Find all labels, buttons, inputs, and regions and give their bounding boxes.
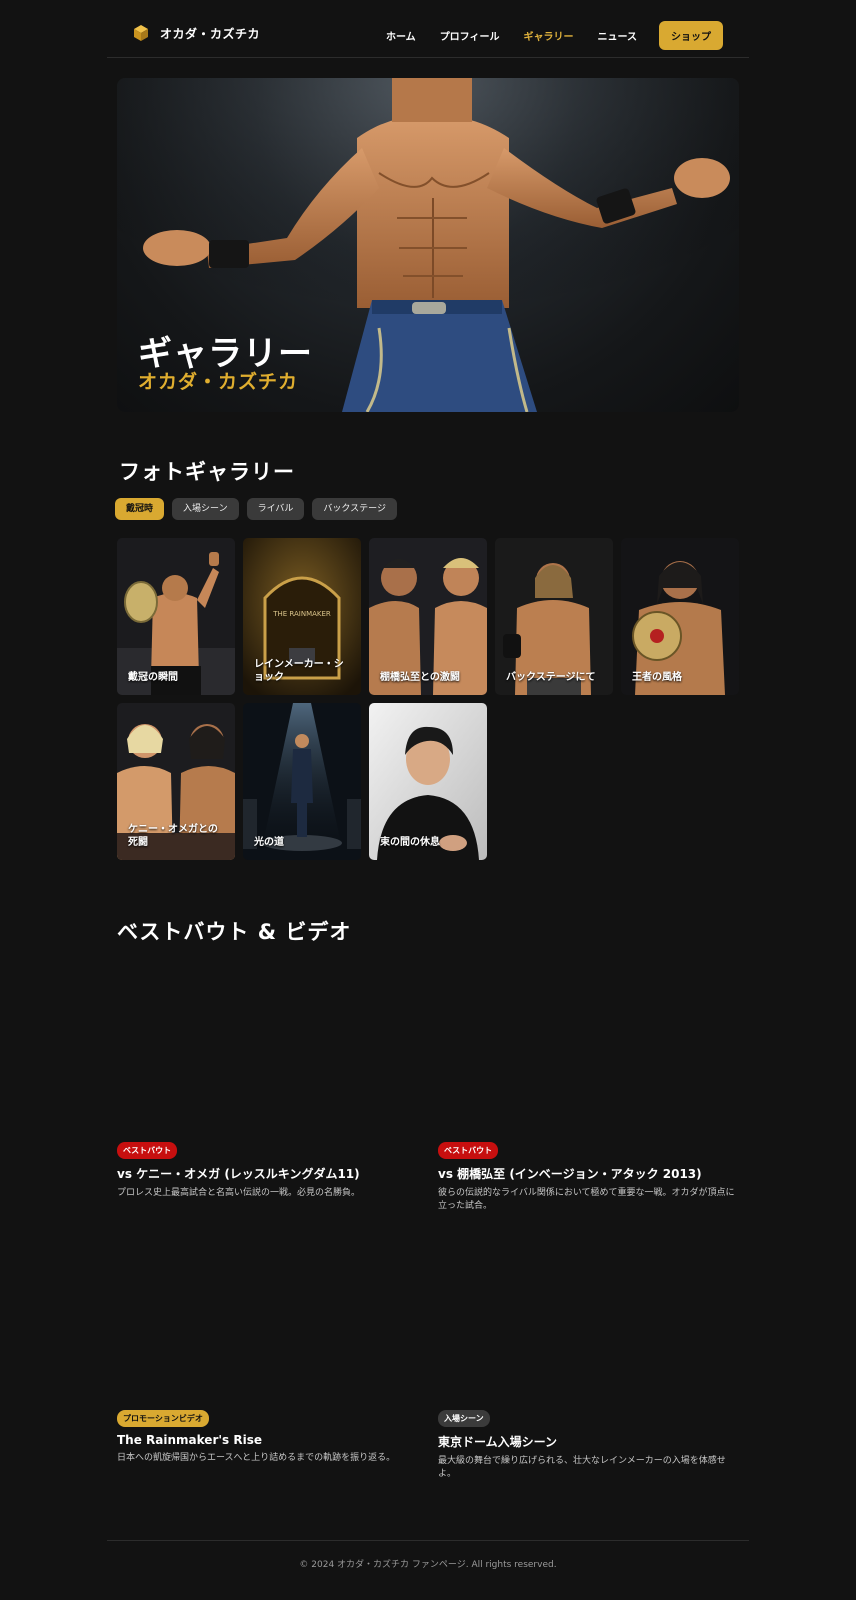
- video-badge: プロモーションビデオ: [117, 1410, 209, 1427]
- gallery-item-caption: バックステージにて: [506, 672, 596, 683]
- video-description: 最大級の舞台で繰り広げられる、壮大なレインメーカーの入場を体感せよ。: [438, 1456, 726, 1479]
- nav-profile[interactable]: プロフィール: [440, 28, 500, 43]
- gallery-item[interactable]: バックステージにて: [495, 538, 613, 695]
- gallery-title: フォトギャラリー: [119, 460, 295, 484]
- footer-copyright: © 2024 オカダ・カズチカ ファンページ. All rights reser…: [299, 1560, 557, 1570]
- gallery-item[interactable]: 棚橋弘至との激闘: [369, 538, 487, 695]
- video-description: 日本への凱旋帰国からエースへと上り詰めるまでの軌跡を振り返る。: [117, 1453, 396, 1463]
- gallery-item[interactable]: 王者の風格: [621, 538, 739, 695]
- gallery-item[interactable]: 光の道: [243, 703, 361, 860]
- video-title[interactable]: The Rainmaker's Rise: [117, 1433, 419, 1447]
- brand[interactable]: オカダ・カズチカ: [132, 24, 260, 42]
- videos-title: ベストバウト & ビデオ: [117, 920, 352, 944]
- page: オカダ・カズチカ ホーム プロフィール ギャラリー ニュース ショップ ギャラリ…: [0, 0, 856, 1600]
- video-title[interactable]: 東京ドーム入場シーン: [438, 1433, 740, 1450]
- video-badge: ベストバウト: [117, 1142, 178, 1159]
- nav-gallery[interactable]: ギャラリー: [524, 28, 574, 43]
- video-title[interactable]: vs ケニー・オメガ (レッスルキングダム11): [117, 1165, 419, 1182]
- gallery-item-caption: 束の間の休息: [380, 837, 440, 848]
- gallery-item-caption: 光の道: [254, 837, 284, 848]
- stage-sign-text: THE RAINMAKER: [272, 610, 331, 618]
- video-title[interactable]: vs 棚橋弘至 (インベージョン・アタック 2013): [438, 1165, 740, 1182]
- gallery-item[interactable]: THE RAINMAKER レインメーカー・ショック: [243, 538, 361, 695]
- filter-entrance[interactable]: 入場シーン: [172, 498, 239, 520]
- video-card[interactable]: プロモーションビデオ The Rainmaker's Rise 日本への凱旋帰国…: [117, 1406, 419, 1465]
- video-card[interactable]: 入場シーン 東京ドーム入場シーン 最大級の舞台で繰り広げられる、壮大なレインメー…: [438, 1406, 740, 1481]
- hero-subtitle: オカダ・カズチカ: [138, 371, 299, 393]
- gallery-item[interactable]: ケニー・オメガとの死闘: [117, 703, 235, 860]
- site-header: オカダ・カズチカ ホーム プロフィール ギャラリー ニュース ショップ: [107, 0, 749, 58]
- shop-button[interactable]: ショップ: [659, 21, 723, 50]
- video-card[interactable]: ベストバウト vs 棚橋弘至 (インベージョン・アタック 2013) 彼らの伝説…: [438, 1138, 740, 1213]
- video-badge: 入場シーン: [438, 1410, 490, 1427]
- video-description: 彼らの伝説的なライバル関係において極めて重要な一戦。オカダが頂点に立った試合。: [438, 1188, 735, 1211]
- gallery-item-caption: 戴冠の瞬間: [128, 672, 178, 683]
- gallery-filters: 戴冠時 入場シーン ライバル バックステージ: [115, 498, 405, 520]
- cube-logo-icon: [134, 25, 148, 41]
- gallery-item-caption: レインメーカー・ショック: [254, 659, 344, 683]
- footer-divider: [107, 1540, 749, 1541]
- filter-rivals[interactable]: ライバル: [246, 498, 305, 520]
- nav-news[interactable]: ニュース: [598, 28, 638, 43]
- filter-backstage[interactable]: バックステージ: [312, 498, 397, 520]
- main-nav: ホーム プロフィール ギャラリー ニュース ショップ: [362, 21, 723, 50]
- hero-banner: ギャラリー オカダ・カズチカ: [117, 78, 739, 412]
- gallery-item[interactable]: 束の間の休息: [369, 703, 487, 860]
- nav-home[interactable]: ホーム: [386, 28, 416, 43]
- gallery-item-caption: 王者の風格: [632, 672, 682, 683]
- video-card[interactable]: ベストバウト vs ケニー・オメガ (レッスルキングダム11) プロレス史上最高…: [117, 1138, 419, 1200]
- brand-name: オカダ・カズチカ: [160, 26, 261, 41]
- filter-coronation[interactable]: 戴冠時: [115, 498, 165, 520]
- gallery-item-caption: ケニー・オメガとの死闘: [128, 824, 218, 848]
- gallery-item[interactable]: 戴冠の瞬間: [117, 538, 235, 695]
- gallery-item-caption: 棚橋弘至との激闘: [380, 672, 460, 683]
- video-badge: ベストバウト: [438, 1142, 499, 1159]
- video-description: プロレス史上最高試合と名高い伝説の一戦。必見の名勝負。: [117, 1188, 361, 1198]
